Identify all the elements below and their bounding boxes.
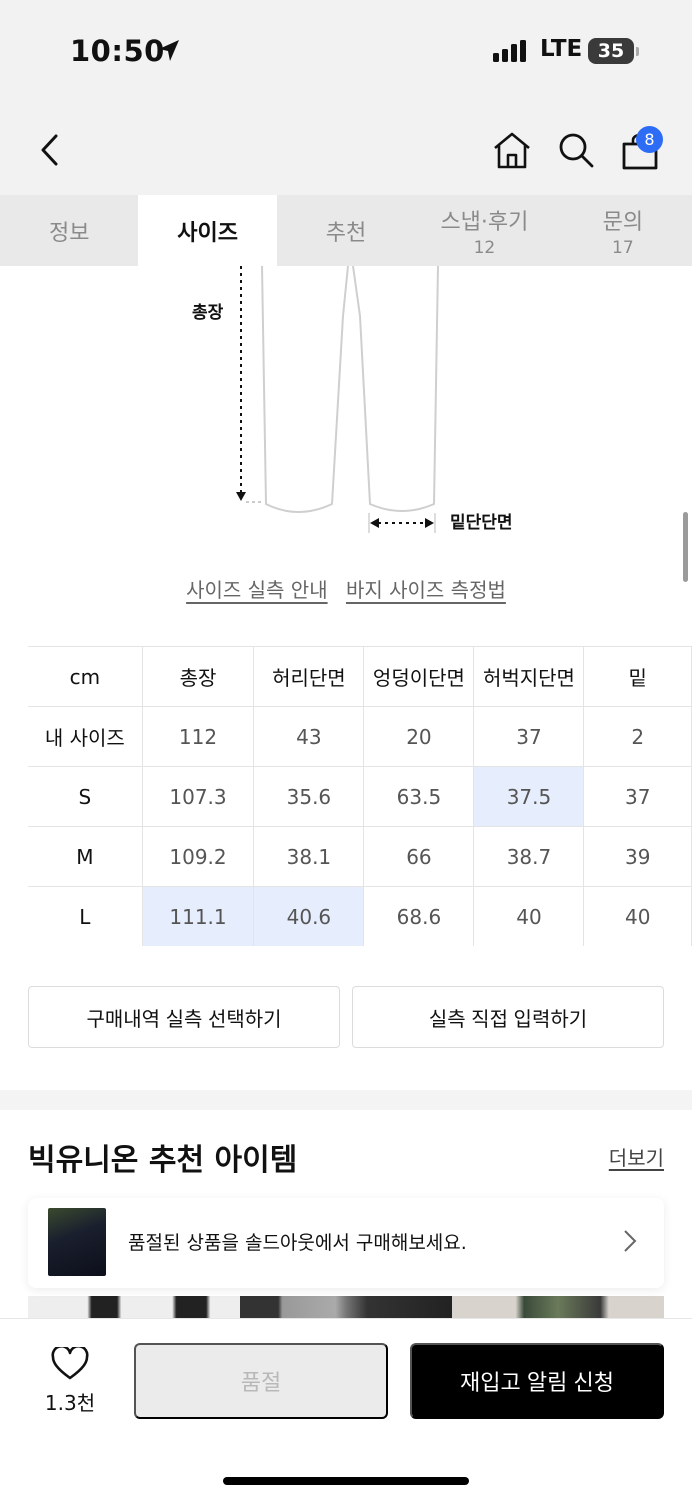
product-tabs: 정보 사이즈 추천 스냅·후기 12 문의 17 bbox=[0, 195, 692, 266]
tab-snap-review[interactable]: 스냅·후기 12 bbox=[415, 195, 553, 266]
table-cell-highlighted: 37.5 bbox=[473, 766, 585, 827]
search-icon[interactable] bbox=[556, 130, 596, 170]
signal-icon bbox=[493, 40, 526, 62]
table-cell: 39 bbox=[583, 826, 692, 887]
table-cell-highlighted: 40.6 bbox=[253, 886, 365, 946]
soldout-promo-text: 품절된 상품을 솔드아웃에서 구매해보세요. bbox=[128, 1232, 467, 1254]
scrollbar[interactable] bbox=[683, 512, 688, 582]
section-divider bbox=[0, 1090, 692, 1110]
bottom-action-bar: 1.3천 품절 재입고 알림 신청 bbox=[0, 1318, 692, 1500]
back-arrow-icon[interactable] bbox=[34, 130, 64, 170]
table-cell: 68.6 bbox=[363, 886, 475, 946]
pants-measure-diagram: 총장 밑단단면 bbox=[0, 265, 692, 546]
chevron-right-icon bbox=[624, 1230, 637, 1252]
tab-size[interactable]: 사이즈 bbox=[138, 195, 277, 266]
table-cell: 112 bbox=[141, 706, 255, 767]
tab-count: 12 bbox=[473, 237, 496, 258]
product-thumbnail bbox=[48, 1208, 106, 1276]
table-header-row: cm 총장 허리단면 엉덩이단면 허벅지단면 밑 bbox=[28, 646, 692, 707]
table-cell: 43 bbox=[253, 706, 365, 767]
tab-label: 사이즈 bbox=[177, 220, 238, 246]
tab-recommend[interactable]: 추천 bbox=[277, 195, 415, 266]
manual-input-button[interactable]: 실측 직접 입력하기 bbox=[352, 986, 664, 1048]
network-label: LTE bbox=[540, 36, 583, 62]
table-cell: 107.3 bbox=[141, 766, 255, 827]
table-cell: 2 bbox=[583, 706, 692, 767]
row-label: M bbox=[28, 826, 143, 887]
location-arrow-icon bbox=[159, 40, 179, 61]
table-row: S 107.3 35.6 63.5 37.5 37 bbox=[28, 766, 692, 827]
table-header-cell: 허리단면 bbox=[253, 646, 365, 707]
like-button[interactable]: 1.3천 bbox=[40, 1344, 100, 1416]
table-cell-highlighted: 111.1 bbox=[141, 886, 255, 946]
home-icon[interactable] bbox=[492, 130, 532, 170]
table-cell: 109.2 bbox=[141, 826, 255, 887]
battery-cap bbox=[636, 47, 639, 56]
restock-alert-button[interactable]: 재입고 알림 신청 bbox=[410, 1343, 664, 1419]
length-label: 총장 bbox=[192, 303, 224, 323]
soldout-promo-banner[interactable]: 품절된 상품을 솔드아웃에서 구매해보세요. bbox=[28, 1198, 664, 1288]
table-cell: 38.7 bbox=[473, 826, 585, 887]
table-row: M 109.2 38.1 66 38.7 39 bbox=[28, 826, 692, 887]
more-link[interactable]: 더보기 bbox=[609, 1142, 664, 1171]
table-cell: 40 bbox=[473, 886, 585, 946]
table-cell: 37 bbox=[473, 706, 585, 767]
cart-count-badge: 8 bbox=[636, 126, 663, 153]
table-cell: 40 bbox=[583, 886, 692, 946]
table-cell: 37 bbox=[583, 766, 692, 827]
size-table-container[interactable]: cm 총장 허리단면 엉덩이단면 허벅지단면 밑 내 사이즈 112 43 20… bbox=[0, 646, 692, 946]
hem-width-label: 밑단단면 bbox=[450, 513, 513, 533]
table-header-cell: 허벅지단면 bbox=[473, 646, 585, 707]
battery-icon: 35 bbox=[588, 38, 634, 64]
table-header-cell: 총장 bbox=[141, 646, 255, 707]
size-guide-link[interactable]: 사이즈 실측 안내 bbox=[186, 578, 328, 602]
table-cell: 38.1 bbox=[253, 826, 365, 887]
like-count: 1.3천 bbox=[44, 1391, 96, 1415]
heart-icon bbox=[51, 1344, 89, 1380]
home-indicator bbox=[223, 1477, 469, 1485]
table-cell: 63.5 bbox=[363, 766, 475, 827]
tab-label: 문의 bbox=[602, 209, 644, 235]
tab-label: 스냅·후기 bbox=[440, 209, 529, 235]
row-label: 내 사이즈 bbox=[28, 706, 143, 767]
table-header-cell: 밑 bbox=[583, 646, 692, 707]
table-row: L 111.1 40.6 68.6 40 40 bbox=[28, 886, 692, 946]
select-purchase-history-button[interactable]: 구매내역 실측 선택하기 bbox=[28, 986, 340, 1048]
tab-inquiry[interactable]: 문의 17 bbox=[554, 195, 692, 266]
recommend-section-title: 빅유니온 추천 아이템 bbox=[28, 1143, 298, 1178]
table-cell: 66 bbox=[363, 826, 475, 887]
pants-outline-illustration bbox=[236, 265, 439, 533]
table-row: 내 사이즈 112 43 20 37 2 bbox=[28, 706, 692, 767]
soldout-button: 품절 bbox=[134, 1343, 388, 1419]
table-header-cell: 엉덩이단면 bbox=[363, 646, 475, 707]
size-table: cm 총장 허리단면 엉덩이단면 허벅지단면 밑 내 사이즈 112 43 20… bbox=[28, 646, 692, 946]
status-bar: 10:50 LTE 35 bbox=[0, 0, 692, 100]
status-time: 10:50 bbox=[70, 34, 165, 68]
size-guide-links: 사이즈 실측 안내 바지 사이즈 측정법 bbox=[0, 574, 692, 603]
row-label: L bbox=[28, 886, 143, 946]
table-cell: 20 bbox=[363, 706, 475, 767]
row-label: S bbox=[28, 766, 143, 827]
tab-label: 정보 bbox=[48, 220, 90, 246]
tab-count: 17 bbox=[612, 237, 634, 258]
tab-label: 추천 bbox=[325, 220, 367, 246]
table-cell: 35.6 bbox=[253, 766, 365, 827]
measure-guide-link[interactable]: 바지 사이즈 측정법 bbox=[346, 578, 506, 602]
tab-info[interactable]: 정보 bbox=[0, 195, 138, 266]
table-header-cell: cm bbox=[28, 646, 143, 707]
